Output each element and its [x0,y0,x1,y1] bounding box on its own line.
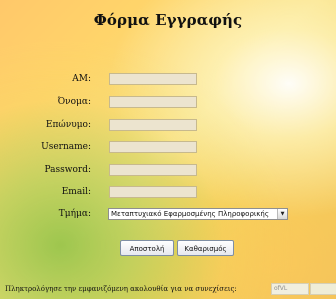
password-label: Password: [44,165,91,175]
reset-button[interactable]: Καθαρισμός [177,240,234,256]
password-input[interactable] [109,164,197,176]
surname-input[interactable] [109,119,197,131]
username-input[interactable] [109,141,197,153]
department-field-row: Τμήμα: Μεταπτυχιακό Εφαρμοσμένης Πληροφο… [0,208,336,220]
department-selected-value: Μεταπτυχιακό Εφαρμοσμένης Πληροφορικής [111,210,269,218]
username-field-row: Username: [0,141,336,153]
chevron-down-icon[interactable]: ▼ [277,209,287,219]
am-label: ΑΜ: [72,74,91,84]
am-input[interactable] [109,73,197,85]
am-field-row: ΑΜ: [0,73,336,85]
captcha-code: ofVL [271,283,309,295]
surname-field-row: Επώνυμο: [0,119,336,131]
captcha-input[interactable] [310,283,336,295]
name-label: Όνομα: [57,97,91,107]
name-field-row: Όνομα: [0,96,336,108]
page-title: Φόρμα Εγγραφής [93,11,243,29]
surname-label: Επώνυμο: [45,120,91,130]
password-field-row: Password: [0,164,336,176]
department-select[interactable]: Μεταπτυχιακό Εφαρμοσμένης Πληροφορικής ▼ [108,208,288,220]
email-input[interactable] [109,186,197,198]
email-field-row: Email: [0,186,336,198]
department-label: Τμήμα: [58,209,91,219]
submit-button[interactable]: Αποστολή [120,240,174,256]
captcha-label: Πληκτρολόγησε την εμφανιζόμενη ακολουθία… [5,285,237,293]
captcha-row: Πληκτρολόγησε την εμφανιζόμενη ακολουθία… [5,283,336,295]
username-label: Username: [41,142,91,152]
name-input[interactable] [109,96,197,108]
email-label: Email: [61,187,91,197]
